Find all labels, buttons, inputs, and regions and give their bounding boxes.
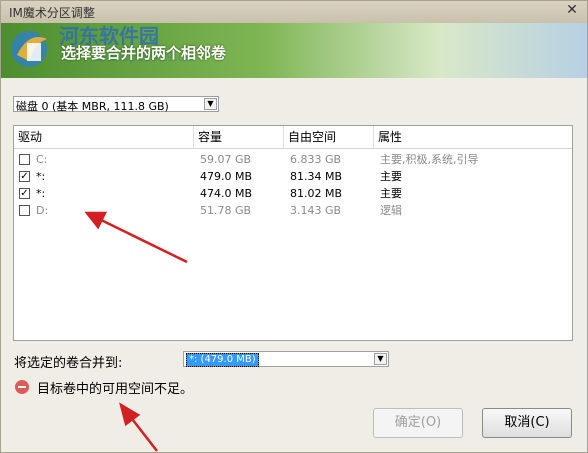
annotation-arrows [84,211,188,452]
annotation-arrow-icon [84,211,188,264]
merge-volumes-dialog: IM魔术分区调整 ✕ 河东软件园 www.pc0359.cn 选择要合并的两个相… [0,0,588,453]
annotation-arrow-icon [119,402,158,452]
